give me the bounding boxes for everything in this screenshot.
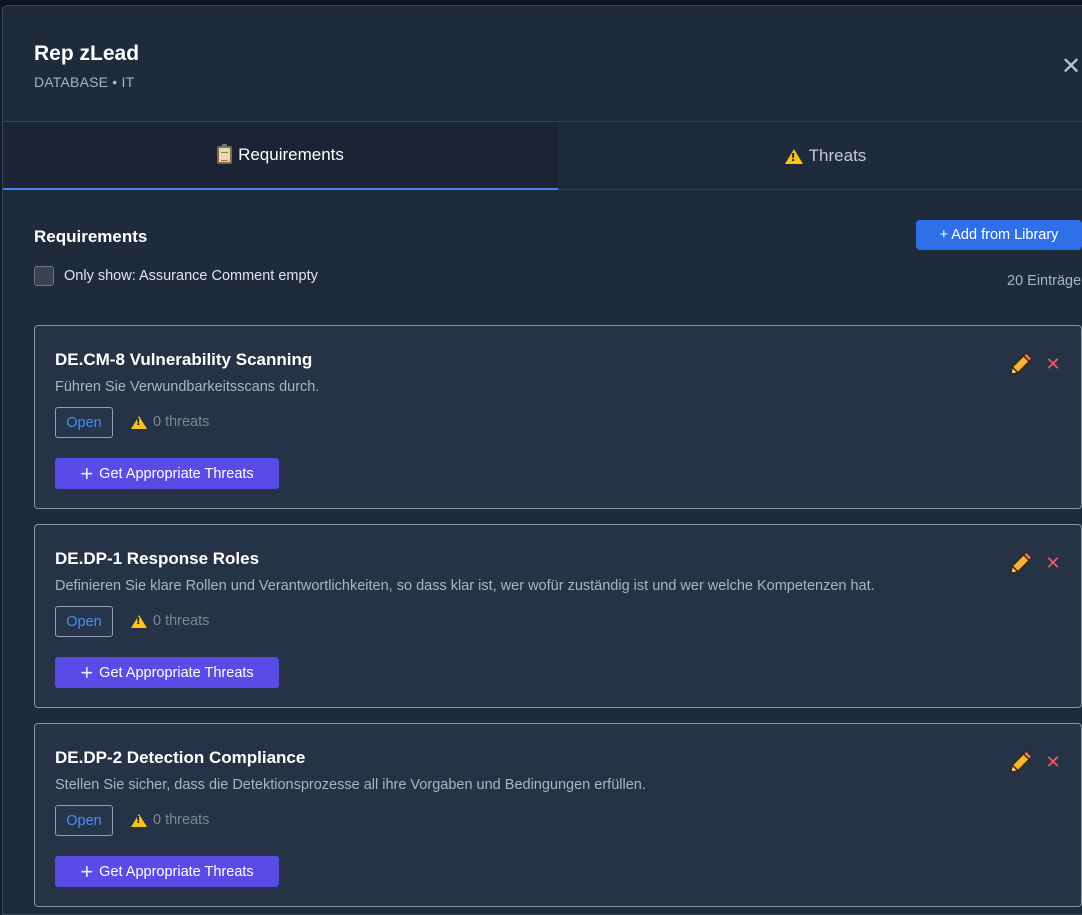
- status-badge[interactable]: Open: [55, 606, 113, 637]
- plus-icon: +: [80, 659, 94, 685]
- get-threats-label: Get Appropriate Threats: [99, 863, 254, 880]
- dialog-header: Rep zLead DATABASE • IT ✕: [3, 6, 1082, 122]
- plus-icon: +: [80, 858, 94, 884]
- filter-checkbox[interactable]: [34, 266, 54, 286]
- requirement-title: DE.CM-8 Vulnerability Scanning: [55, 350, 313, 369]
- dialog-title: Rep zLead: [34, 42, 140, 65]
- tab-requirements[interactable]: Requirements: [3, 122, 558, 190]
- section-title: Requirements: [34, 227, 148, 246]
- requirement-description: Führen Sie Verwundbarkeitsscans durch.: [55, 379, 320, 395]
- threat-count-label: 0 threats: [153, 613, 210, 629]
- filter-label: Only show: Assurance Comment empty: [64, 268, 318, 284]
- tab-requirements-label: Requirements: [238, 145, 344, 164]
- add-from-library-button[interactable]: + Add from Library: [916, 220, 1082, 250]
- entries-count: 20 Einträge: [1007, 273, 1082, 289]
- pencil-icon[interactable]: [1005, 748, 1035, 778]
- clipboard-icon: [217, 144, 233, 164]
- close-icon[interactable]: ✕: [1059, 55, 1082, 79]
- delete-icon[interactable]: ✕: [1043, 752, 1063, 772]
- warning-icon: [131, 415, 147, 429]
- pencil-icon[interactable]: [1005, 350, 1035, 380]
- status-badge[interactable]: Open: [55, 805, 113, 836]
- get-threats-label: Get Appropriate Threats: [99, 465, 254, 482]
- requirement-description: Stellen Sie sicher, dass die Detektionsp…: [55, 777, 646, 793]
- status-badge[interactable]: Open: [55, 407, 113, 438]
- requirement-card: DE.CM-8 Vulnerability Scanning Führen Si…: [34, 325, 1082, 509]
- threat-count: 0 threats: [131, 812, 209, 828]
- requirement-title: DE.DP-2 Detection Compliance: [55, 748, 306, 767]
- requirement-description: Definieren Sie klare Rollen und Verantwo…: [55, 578, 875, 594]
- threat-count-label: 0 threats: [153, 414, 210, 430]
- get-threats-label: Get Appropriate Threats: [99, 664, 254, 681]
- get-threats-button[interactable]: + Get Appropriate Threats: [55, 856, 279, 887]
- warning-icon: [131, 813, 147, 827]
- threat-count-label: 0 threats: [153, 812, 210, 828]
- dialog-subtitle: DATABASE • IT: [34, 74, 135, 90]
- warning-icon: [784, 148, 803, 164]
- tab-threats[interactable]: Threats: [558, 122, 1082, 190]
- threat-count: 0 threats: [131, 414, 209, 430]
- threat-count: 0 threats: [131, 613, 209, 629]
- requirements-dialog: Rep zLead DATABASE • IT ✕ Requirements T…: [2, 5, 1082, 915]
- get-threats-button[interactable]: + Get Appropriate Threats: [55, 458, 279, 489]
- requirement-card: DE.DP-2 Detection Compliance Stellen Sie…: [34, 723, 1082, 907]
- delete-icon[interactable]: ✕: [1043, 553, 1063, 573]
- requirement-title: DE.DP-1 Response Roles: [55, 549, 260, 568]
- get-threats-button[interactable]: + Get Appropriate Threats: [55, 657, 279, 688]
- warning-icon: [131, 614, 147, 628]
- requirement-card: DE.DP-1 Response Roles Definieren Sie kl…: [34, 524, 1082, 708]
- pencil-icon[interactable]: [1005, 549, 1035, 579]
- tab-bar: Requirements Threats: [3, 122, 1082, 190]
- tab-threats-label: Threats: [808, 146, 867, 165]
- plus-icon: +: [80, 460, 94, 486]
- delete-icon[interactable]: ✕: [1043, 354, 1063, 374]
- assurance-filter[interactable]: Only show: Assurance Comment empty: [34, 265, 318, 287]
